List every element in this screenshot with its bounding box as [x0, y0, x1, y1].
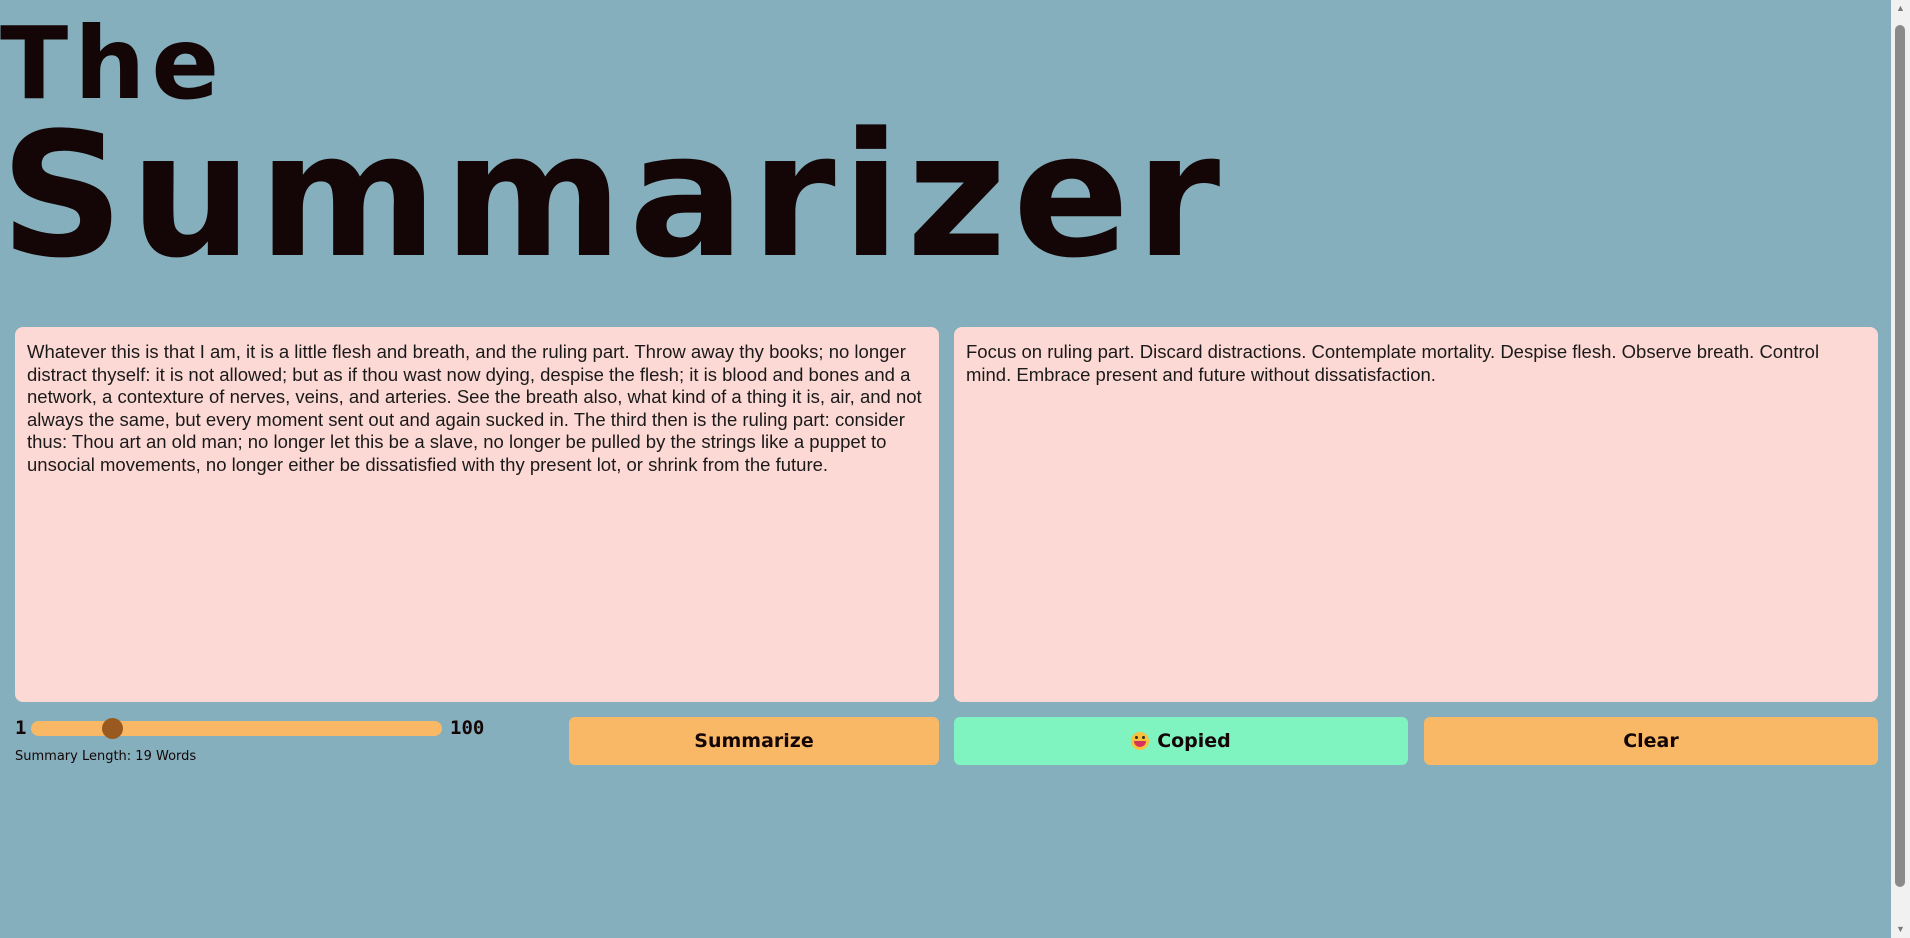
slider-max-label: 100	[450, 717, 485, 739]
summary-length-label: Summary Length: 19 Words	[15, 749, 197, 764]
slider-min-label: 1	[15, 717, 27, 739]
input-textarea[interactable]: Whatever this is that I am, it is a litt…	[15, 327, 939, 702]
copy-button[interactable]: Copied	[954, 717, 1408, 765]
copy-button-label: Copied	[1157, 730, 1231, 752]
clear-button[interactable]: Clear	[1424, 717, 1878, 765]
grinning-face-with-tongue-icon	[1131, 732, 1150, 750]
summary-length-slider[interactable]	[31, 721, 442, 736]
summary-output[interactable]: Focus on ruling part. Discard distractio…	[954, 327, 1878, 702]
scrollbar-thumb[interactable]	[1895, 25, 1905, 887]
vertical-scrollbar[interactable]: ▲ ▼	[1891, 0, 1910, 938]
clear-button-label: Clear	[1623, 730, 1679, 752]
summarize-button[interactable]: Summarize	[569, 717, 939, 765]
slider-thumb[interactable]	[101, 718, 123, 739]
page-title: Summarizer	[0, 95, 1227, 296]
scroll-up-arrow-icon[interactable]: ▲	[1891, 0, 1910, 17]
summarize-button-label: Summarize	[694, 730, 814, 752]
app-viewport: The Summarizer Whatever this is that I a…	[0, 0, 1891, 938]
scroll-down-arrow-icon[interactable]: ▼	[1891, 921, 1910, 938]
